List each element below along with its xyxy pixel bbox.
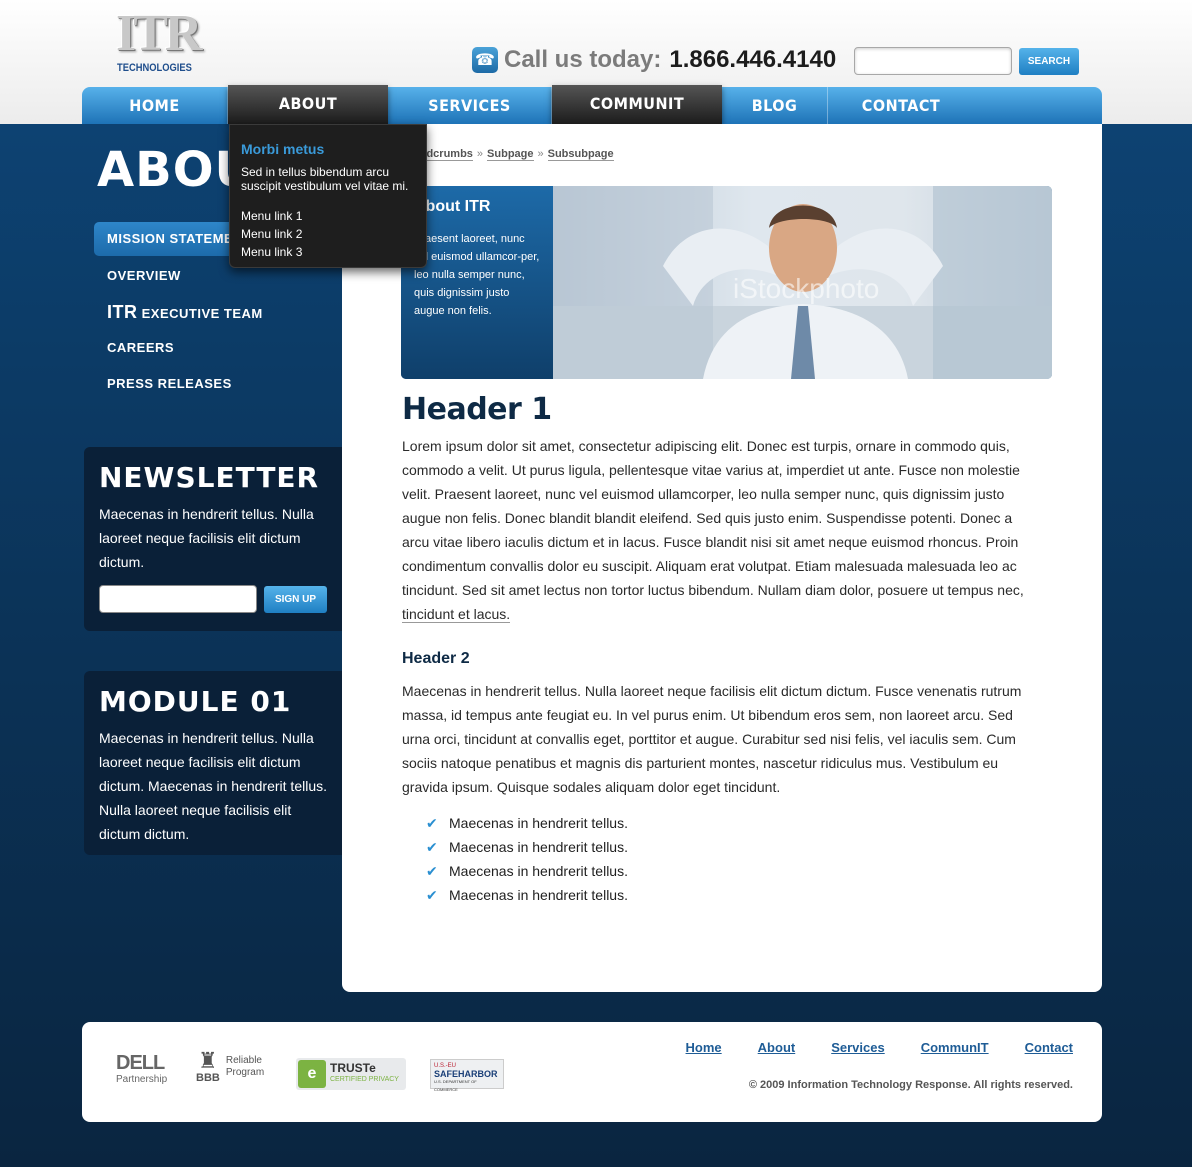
signup-button[interactable]: SIGN UP — [264, 586, 327, 613]
nav-blog[interactable]: BLOG — [722, 87, 828, 124]
module-text: Maecenas in hendrerit tellus. Nulla laor… — [99, 730, 327, 842]
dropdown-text: Sed in tellus bibendum arcu suscipit ves… — [241, 165, 409, 193]
truste-e-icon: e — [298, 1060, 326, 1088]
bbb-label-line-2: Program — [225, 1067, 265, 1078]
nav-services[interactable]: SERVICES — [388, 87, 552, 124]
header-1: Header 1 — [402, 392, 552, 427]
truste-logo: TRUSTe — [330, 1061, 376, 1075]
breadcrumb-item[interactable]: Subpage — [487, 148, 534, 161]
dell-badge-label: Partnership — [116, 1074, 168, 1085]
logo-mark: ITR — [116, 5, 203, 62]
nav-communit[interactable]: COMMUNIT — [552, 85, 722, 124]
paragraph-2: Maecenas in hendrerit tellus. Nulla laor… — [402, 683, 1022, 795]
hero-photo: iStockphoto — [553, 186, 1052, 379]
list-item: ✔ Maecenas in hendrerit tellus. — [426, 883, 628, 907]
newsletter-title: NEWSLETTER — [99, 461, 320, 494]
footer-link-home[interactable]: Home — [686, 1040, 722, 1055]
list-item-text: Maecenas in hendrerit tellus. — [449, 839, 628, 855]
search-button[interactable]: SEARCH — [1019, 48, 1079, 75]
list-item: ✔ Maecenas in hendrerit tellus. — [426, 835, 628, 859]
nav-home[interactable]: HOME — [82, 87, 228, 124]
footer: DELL Partnership ♜ BBB Reliable Program … — [82, 1022, 1102, 1122]
bbb-logo: BBB — [196, 1072, 220, 1084]
sidebar-item-press-releases[interactable]: PRESS RELEASES — [94, 366, 342, 402]
breadcrumb-separator: » — [476, 148, 484, 160]
module-title: MODULE 01 — [99, 685, 292, 718]
list-item: ✔ Maecenas in hendrerit tellus. — [426, 811, 628, 835]
breadcrumb: Breadcrumbs» Subpage» Subsubpage — [402, 148, 614, 161]
header-2: Header 2 — [402, 650, 470, 667]
hero-text: Praesent laoreet, nunc vel euismod ullam… — [414, 233, 540, 317]
dell-partnership-badge[interactable]: DELL Partnership — [116, 1052, 167, 1085]
safeharbor-sub: U.S. DEPARTMENT OF COMMERCE — [434, 1079, 477, 1092]
truste-badge[interactable]: e TRUSTe CERTIFIED PRIVACY — [296, 1058, 406, 1090]
businessman-photo-illustration: iStockphoto — [553, 186, 1052, 379]
call-label: Call us today: — [504, 46, 662, 73]
sidebar-item-executive-team-brand: ITR — [107, 302, 138, 322]
footer-links: Home About Services CommunIT Contact — [650, 1040, 1073, 1055]
footer-link-services[interactable]: Services — [831, 1040, 885, 1055]
paragraph-1: Lorem ipsum dolor sit amet, consectetur … — [402, 434, 1032, 626]
list-item-text: Maecenas in hendrerit tellus. — [449, 815, 628, 831]
about-dropdown-menu: Morbi metus Sed in tellus bibendum arcu … — [229, 124, 427, 268]
main-nav: HOME ABOUT SERVICES COMMUNIT BLOG CONTAC… — [82, 85, 1102, 124]
main-content: Breadcrumbs» Subpage» Subsubpage About ITR… — [342, 124, 1102, 992]
checkmark-icon: ✔ — [426, 839, 438, 855]
checklist: ✔ Maecenas in hendrerit tellus. ✔ Maecenas… — [426, 811, 628, 907]
dropdown-link-1[interactable]: Menu link 1 — [241, 207, 415, 225]
nav-about[interactable]: ABOUT — [228, 85, 388, 124]
sidebar-item-careers[interactable]: CAREERS — [94, 330, 342, 366]
bbb-label-line-1: Reliable — [225, 1055, 262, 1066]
photo-watermark: iStockphoto — [733, 273, 879, 304]
dropdown-title: Morbi metus — [241, 141, 325, 157]
checkmark-icon: ✔ — [426, 863, 438, 879]
dropdown-link-2[interactable]: Menu link 2 — [241, 225, 415, 243]
phone-number[interactable]: 1.866.446.4140 — [669, 46, 836, 74]
call-us: ☎ Call us today: 1.866.446.4140 — [472, 44, 836, 76]
hero-banner: About ITR Praesent laoreet, nunc vel eui… — [401, 186, 1052, 379]
newsletter-text: Maecenas in hendrerit tellus. Nulla laor… — [99, 506, 314, 570]
checkmark-icon: ✔ — [426, 887, 438, 903]
truste-sub: CERTIFIED PRIVACY — [330, 1076, 399, 1083]
safeharbor-badge[interactable]: U.S.-EU SAFEHARBOR U.S. DEPARTMENT OF CO… — [430, 1059, 504, 1092]
list-item-text: Maecenas in hendrerit tellus. — [449, 863, 628, 879]
checkmark-icon: ✔ — [426, 815, 438, 831]
hero-title: About ITR — [414, 198, 491, 215]
list-item-text: Maecenas in hendrerit tellus. — [449, 887, 628, 903]
newsletter-email-input[interactable] — [99, 585, 257, 613]
sidebar-item-executive-team[interactable]: ITR EXECUTIVE TEAM — [94, 294, 342, 330]
logo-subtitle: TECHNOLOGIES — [117, 62, 192, 74]
paragraph-1-link[interactable]: tincidunt et lacus. — [402, 606, 511, 623]
safeharbor-logo: SAFEHARBOR — [434, 1069, 498, 1079]
bbb-torch-icon: ♜ — [198, 1048, 218, 1073]
sidebar-item-executive-team-label: EXECUTIVE TEAM — [137, 306, 263, 321]
dropdown-link-3[interactable]: Menu link 3 — [241, 243, 415, 261]
footer-link-communit[interactable]: CommunIT — [921, 1040, 989, 1055]
breadcrumb-separator: » — [537, 148, 544, 160]
footer-link-contact[interactable]: Contact — [1025, 1040, 1073, 1055]
copyright: © 2009 Information Technology Response. … — [748, 1079, 1073, 1091]
search-input[interactable] — [854, 47, 1012, 75]
bbb-badge[interactable]: ♜ BBB Reliable Program — [196, 1048, 265, 1085]
footer-link-about[interactable]: About — [758, 1040, 796, 1055]
list-item: ✔ Maecenas in hendrerit tellus. — [426, 859, 628, 883]
nav-contact[interactable]: CONTACT — [828, 87, 974, 124]
logo[interactable]: ITR TECHNOLOGIES — [112, 5, 203, 76]
dell-logo: DELL — [116, 1052, 165, 1074]
phone-icon: ☎ — [472, 47, 498, 73]
module-01: MODULE 01 Maecenas in hendrerit tellus. … — [84, 671, 342, 855]
newsletter-module: NEWSLETTER Maecenas in hendrerit tellus.… — [84, 447, 342, 631]
paragraph-1-text: Lorem ipsum dolor sit amet, consectetur … — [402, 438, 1024, 598]
breadcrumb-item[interactable]: Subsubpage — [547, 148, 614, 161]
